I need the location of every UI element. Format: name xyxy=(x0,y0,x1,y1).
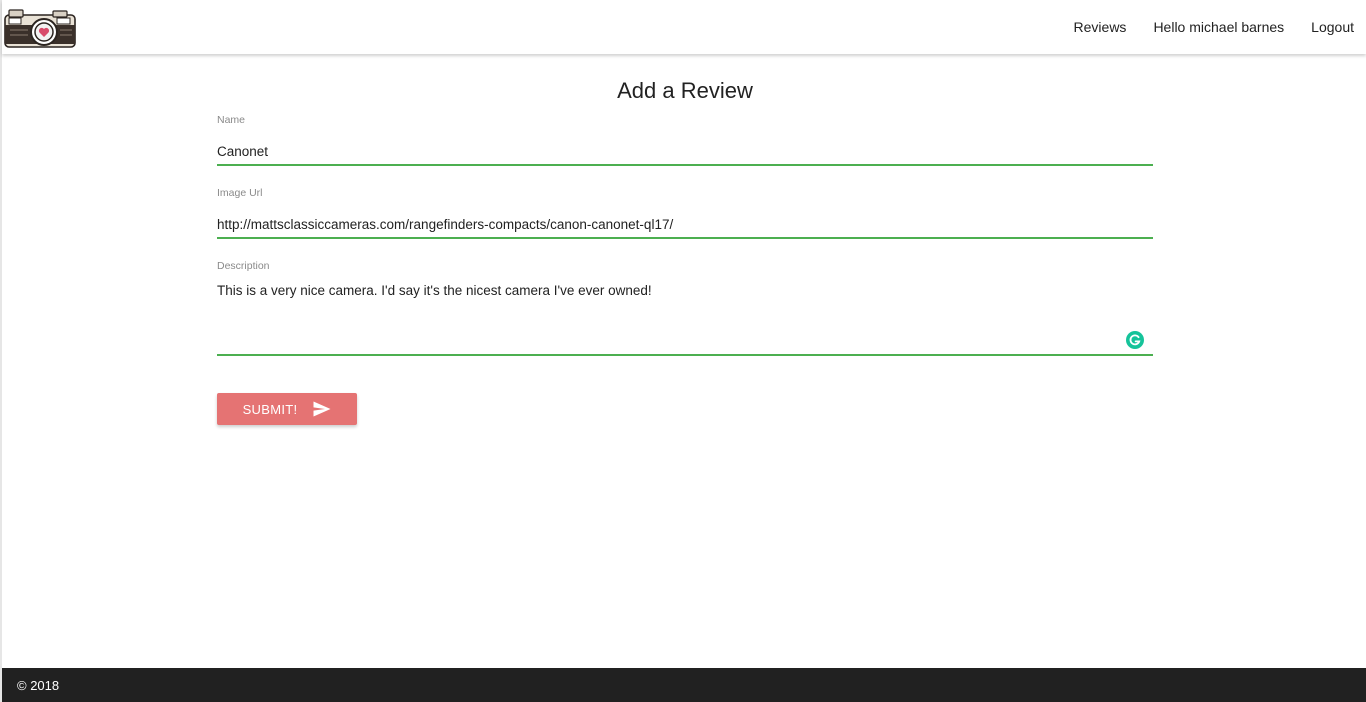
grammarly-icon[interactable] xyxy=(1126,331,1144,349)
nav-link-reviews[interactable]: Reviews xyxy=(1074,19,1127,35)
footer-copyright: © 2018 xyxy=(17,678,60,693)
nav-link-logout[interactable]: Logout xyxy=(1311,19,1354,35)
image-url-field-group: Image Url xyxy=(217,187,1153,241)
name-field-group: Name xyxy=(217,114,1153,168)
camera-logo-icon[interactable] xyxy=(4,8,76,50)
footer: © 2018 xyxy=(2,668,1366,702)
description-field[interactable]: This is a very nice camera. I'd say it's… xyxy=(217,284,1153,356)
image-url-field-label: Image Url xyxy=(217,187,263,199)
top-navbar: Reviews Hello michael barnes Logout xyxy=(2,0,1366,54)
nav-user-greeting[interactable]: Hello michael barnes xyxy=(1153,19,1284,35)
send-icon xyxy=(313,401,331,417)
submit-button-label: SUBMIT! xyxy=(242,401,298,417)
nav-links: Reviews Hello michael barnes Logout xyxy=(1047,0,1354,54)
description-field-label: Description xyxy=(217,260,270,272)
name-field-label: Name xyxy=(217,114,246,126)
name-field[interactable] xyxy=(217,138,1153,166)
page: Reviews Hello michael barnes Logout Add … xyxy=(0,0,1366,702)
image-url-field[interactable] xyxy=(217,211,1153,239)
description-field-group: Description This is a very nice camera. … xyxy=(217,260,1153,358)
page-title: Add a Review xyxy=(617,78,753,103)
submit-button[interactable]: SUBMIT! xyxy=(217,393,357,425)
